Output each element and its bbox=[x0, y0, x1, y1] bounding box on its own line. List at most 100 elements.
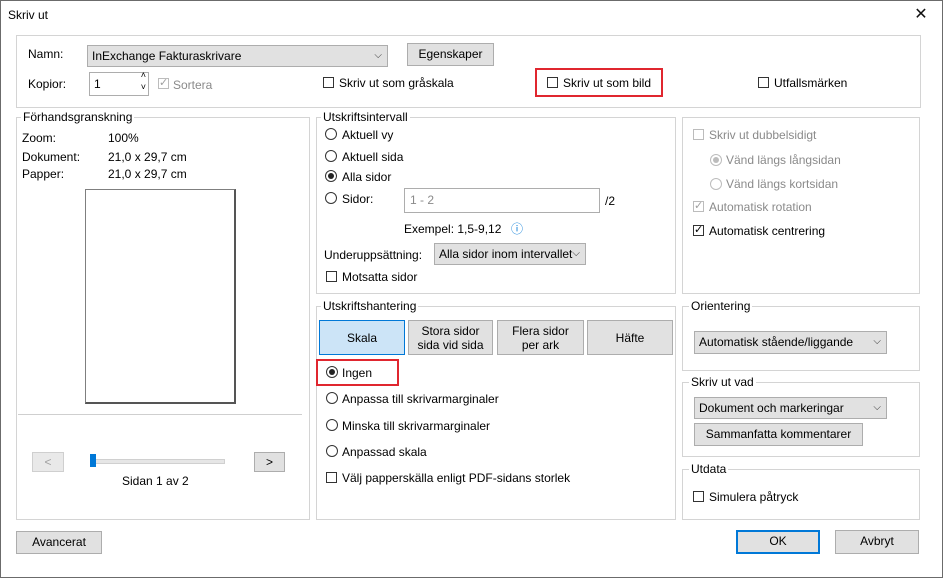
short-edge-label: Vänd längs kortsidan bbox=[726, 177, 839, 191]
chevron-down-icon: ⌵ bbox=[572, 248, 580, 259]
page-indicator: Sidan 1 av 2 bbox=[122, 474, 189, 488]
all-pages-label: Alla sidor bbox=[342, 170, 392, 184]
copies-stepper[interactable]: 1 ˄ ˅ bbox=[89, 69, 149, 96]
page-slider-track[interactable] bbox=[90, 459, 225, 464]
auto-center-checkbox[interactable]: ✓ bbox=[693, 224, 704, 236]
auto-rotate-label: Automatisk rotation bbox=[709, 200, 812, 214]
paper-source-checkbox[interactable] bbox=[326, 472, 337, 483]
shrink-margins-label: Minska till skrivarmarginaler bbox=[342, 419, 491, 433]
all-pages-radio[interactable] bbox=[325, 170, 337, 182]
auto-center-label: Automatisk centrering bbox=[709, 224, 826, 238]
next-page-button[interactable]: > bbox=[254, 452, 285, 472]
custom-scale-radio[interactable] bbox=[326, 445, 338, 457]
bleed-marks-checkbox[interactable] bbox=[758, 77, 769, 88]
copies-label: Kopior: bbox=[28, 77, 67, 91]
current-view-radio[interactable] bbox=[325, 128, 337, 140]
summarize-comments-button[interactable]: Sammanfatta kommentarer bbox=[694, 423, 863, 446]
bleed-marks-label: Utfallsmärken bbox=[774, 76, 848, 90]
output-title: Utdata bbox=[689, 462, 729, 476]
print-duplex-label: Skriv ut dubbelsidigt bbox=[709, 128, 817, 142]
print-what-title: Skriv ut vad bbox=[689, 375, 756, 389]
custom-scale-label: Anpassad skala bbox=[342, 445, 427, 459]
pages-input[interactable]: 1 - 2 bbox=[404, 188, 600, 213]
print-what-select[interactable]: Dokument och markeringar ⌵ bbox=[694, 397, 887, 419]
current-page-label: Aktuell sida bbox=[342, 150, 404, 164]
pages-radio[interactable] bbox=[325, 192, 337, 204]
page-preview bbox=[85, 189, 236, 404]
current-view-label: Aktuell vy bbox=[342, 128, 394, 142]
page-slider-thumb[interactable] bbox=[90, 454, 96, 467]
pages-example: Exempel: 1,5-9,12 bbox=[404, 222, 502, 236]
pages-input-placeholder: 1 - 2 bbox=[410, 193, 435, 207]
cancel-button[interactable]: Avbryt bbox=[835, 530, 919, 554]
window-title: Skriv ut bbox=[8, 8, 49, 22]
print-range-title: Utskriftsintervall bbox=[321, 110, 410, 124]
orientation-title: Orientering bbox=[689, 299, 753, 313]
collate-checkbox[interactable]: ✓ bbox=[158, 77, 169, 89]
printer-name-label: Namn: bbox=[28, 47, 64, 61]
orientation-select-value: Automatisk stående/liggande bbox=[699, 335, 854, 349]
print-handling-title: Utskriftshantering bbox=[321, 299, 419, 313]
print-as-image-label: Skriv ut som bild bbox=[563, 76, 652, 90]
current-page-radio[interactable] bbox=[325, 150, 337, 162]
print-as-image-checkbox[interactable] bbox=[547, 77, 558, 88]
print-dialog: Skriv ut ✕ Namn: InExchange Fakturaskriv… bbox=[0, 0, 943, 578]
subset-select[interactable]: Alla sidor inom intervallet ⌵ bbox=[434, 243, 586, 265]
tab-poster[interactable]: Stora sidor sida vid sida bbox=[408, 320, 493, 355]
subset-select-value: Alla sidor inom intervallet bbox=[439, 247, 573, 261]
auto-rotate-checkbox[interactable]: ✓ bbox=[693, 200, 704, 212]
zoom-value: 100% bbox=[108, 131, 139, 145]
prev-page-button[interactable]: < bbox=[32, 452, 64, 472]
simulate-overprint-checkbox[interactable] bbox=[693, 491, 704, 502]
simulate-overprint-label: Simulera påtryck bbox=[709, 490, 799, 504]
zoom-label: Zoom: bbox=[22, 131, 57, 145]
tab-poster-label: Stora sidor sida vid sida bbox=[417, 323, 484, 352]
orientation-select[interactable]: Automatisk stående/liggande ⌵ bbox=[694, 331, 887, 354]
short-edge-radio[interactable] bbox=[710, 178, 722, 190]
advanced-button[interactable]: Avancerat bbox=[16, 531, 102, 554]
chevron-down-icon: ⌵ bbox=[374, 50, 382, 61]
shrink-margins-radio[interactable] bbox=[326, 419, 338, 431]
paper-source-label: Välj papperskälla enligt PDF-sidans stor… bbox=[342, 471, 571, 485]
preview-title: Förhandsgranskning bbox=[21, 110, 135, 124]
preview-divider bbox=[18, 414, 302, 415]
tab-booklet[interactable]: Häfte bbox=[587, 320, 673, 355]
collate-label: Sortera bbox=[173, 78, 213, 92]
info-icon[interactable]: ⓘ bbox=[511, 220, 523, 237]
tab-scale[interactable]: Skala bbox=[319, 320, 405, 355]
scale-none-radio[interactable] bbox=[326, 366, 338, 378]
printer-select-value: InExchange Fakturaskrivare bbox=[92, 49, 242, 63]
tab-multiple[interactable]: Flera sidor per ark bbox=[497, 320, 584, 355]
document-size-label: Dokument: bbox=[22, 150, 81, 164]
fit-margins-radio[interactable] bbox=[326, 392, 338, 404]
close-icon[interactable]: ✕ bbox=[906, 4, 936, 26]
tab-multiple-label: Flera sidor per ark bbox=[512, 323, 569, 352]
reverse-pages-label: Motsatta sidor bbox=[342, 270, 418, 284]
print-duplex-checkbox[interactable] bbox=[693, 129, 704, 140]
pages-label: Sidor: bbox=[342, 192, 374, 206]
stepper-down-icon[interactable]: ˅ bbox=[141, 81, 146, 93]
grayscale-label: Skriv ut som gråskala bbox=[339, 76, 454, 90]
tab-scale-label: Skala bbox=[346, 330, 378, 345]
scale-none-label: Ingen bbox=[342, 366, 373, 380]
reverse-pages-checkbox[interactable] bbox=[326, 271, 337, 282]
print-what-select-value: Dokument och markeringar bbox=[699, 401, 844, 415]
subset-label: Underuppsättning: bbox=[324, 248, 423, 262]
stepper-up-icon[interactable]: ˄ bbox=[141, 69, 146, 81]
fit-margins-label: Anpassa till skrivarmarginaler bbox=[342, 392, 499, 406]
copies-value: 1 bbox=[94, 77, 101, 91]
chevron-down-icon: ⌵ bbox=[873, 402, 881, 413]
pages-total: /2 bbox=[605, 194, 616, 208]
paper-size-label: Papper: bbox=[22, 167, 65, 181]
tab-booklet-label: Häfte bbox=[615, 330, 645, 345]
paper-size-value: 21,0 x 29,7 cm bbox=[108, 167, 187, 181]
long-edge-label: Vänd längs långsidan bbox=[726, 153, 841, 167]
long-edge-radio[interactable] bbox=[710, 154, 722, 166]
grayscale-checkbox[interactable] bbox=[323, 77, 334, 88]
printer-select[interactable]: InExchange Fakturaskrivare ⌵ bbox=[87, 45, 388, 67]
ok-button[interactable]: OK bbox=[736, 530, 820, 554]
document-size-value: 21,0 x 29,7 cm bbox=[108, 150, 187, 164]
chevron-down-icon: ⌵ bbox=[873, 336, 881, 347]
title-bar: Skriv ut ✕ bbox=[1, 1, 942, 31]
properties-button[interactable]: Egenskaper bbox=[407, 43, 494, 66]
